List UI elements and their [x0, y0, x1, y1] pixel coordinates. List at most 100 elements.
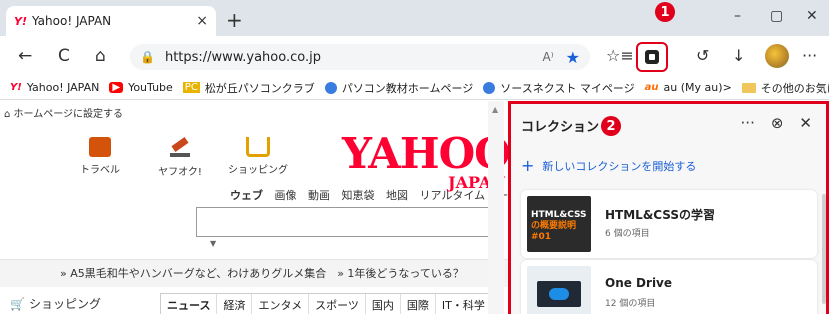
- shopping-label: ショッピング: [28, 297, 101, 311]
- unpin-icon[interactable]: ⊗: [771, 114, 784, 132]
- home-icon[interactable]: ⌂: [95, 46, 106, 66]
- collections-icon: [645, 50, 659, 64]
- read-aloud-icon[interactable]: A⁾: [543, 50, 554, 64]
- search-tab-map[interactable]: 地図: [386, 189, 408, 202]
- new-tab-button[interactable]: +: [226, 8, 243, 32]
- set-homepage-label: ホームページに設定する: [13, 109, 124, 120]
- favorites-icon[interactable]: ☆≡: [606, 46, 634, 65]
- collection-thumbnail: HTML&CSS の概要説明 #01: [527, 196, 591, 252]
- new-collection-label: 新しいコレクションを開始する: [542, 159, 697, 173]
- address-bar[interactable]: 🔒 https://www.yahoo.co.jp A⁾ ★: [130, 44, 590, 70]
- news-tab-sports[interactable]: スポーツ: [309, 294, 366, 314]
- bookmark-label: YouTube: [128, 81, 173, 94]
- notice-bar[interactable]: » A5黒毛和牛やハンバーグなど、わけありグルメ集合 » 1年後どうなっている？: [0, 259, 508, 287]
- bookmark-yahoo-japan[interactable]: Y! Yahoo! JAPAN: [10, 81, 99, 94]
- search-tabs: ウェブ 画像 動画 知恵袋 地図 リアルタイム 一覧: [230, 187, 508, 203]
- thumb-text-line: の概要説明: [531, 221, 577, 231]
- navigation-bar: ← C ⌂ 🔒 https://www.yahoo.co.jp A⁾ ★ ☆≡ …: [0, 36, 829, 76]
- lock-icon[interactable]: 🔒: [140, 50, 155, 64]
- search-dropdown-icon[interactable]: ▼: [210, 239, 216, 248]
- bookmark-label: 松が丘パソコンクラブ: [204, 81, 315, 95]
- plus-icon: +: [521, 156, 535, 175]
- collection-card-html-css[interactable]: HTML&CSS の概要説明 #01 HTML&CSSの学習 6 個の項目: [521, 190, 817, 258]
- category-label: トラベル: [80, 165, 120, 176]
- collection-thumbnail: [527, 266, 591, 314]
- search-tab-images[interactable]: 画像: [275, 189, 297, 202]
- tab-close-icon[interactable]: ×: [196, 13, 208, 29]
- history-icon[interactable]: ↺: [696, 46, 709, 65]
- news-tab-economy[interactable]: 経済: [217, 294, 253, 314]
- tab-title: Yahoo! JAPAN: [32, 14, 112, 28]
- search-tab-video[interactable]: 動画: [308, 189, 330, 202]
- bookmark-label: パソコン教材ホームページ: [341, 81, 474, 95]
- collection-name: HTML&CSSの学習: [605, 208, 716, 222]
- category-shopping[interactable]: ショッピング: [228, 137, 288, 176]
- bookmark-youtube[interactable]: ▶ YouTube: [109, 81, 173, 94]
- news-tab-it-science[interactable]: IT・科学: [436, 294, 492, 314]
- other-favorites-folder[interactable]: その他のお気に入り: [741, 80, 829, 96]
- collection-count: 6 個の項目: [605, 229, 650, 239]
- news-tab-news[interactable]: ニュース: [161, 294, 218, 314]
- folder-icon: [741, 82, 756, 93]
- bookmark-pc-materials[interactable]: パソコン教材ホームページ: [324, 80, 474, 96]
- bookmark-pc-club[interactable]: PC 松が丘パソコンクラブ: [182, 80, 315, 96]
- panel-title: コレクション: [521, 120, 600, 135]
- bookmarks-overflow-chevron-icon[interactable]: >: [723, 81, 732, 94]
- yahoo-logo[interactable]: YAHOO: [342, 129, 508, 178]
- home-small-icon: ⌂: [4, 109, 14, 120]
- search-input[interactable]: [196, 207, 496, 237]
- news-tab-entertainment[interactable]: エンタメ: [252, 294, 310, 314]
- collections-button[interactable]: [636, 42, 668, 72]
- panel-scrollbar[interactable]: [822, 194, 826, 304]
- new-collection-button[interactable]: + 新しいコレクションを開始する: [521, 156, 696, 175]
- panel-more-icon[interactable]: ···: [741, 114, 755, 132]
- more-icon[interactable]: ···: [802, 46, 817, 65]
- panel-close-icon[interactable]: ✕: [799, 114, 812, 132]
- search-tab-realtime[interactable]: リアルタイム: [420, 189, 486, 202]
- download-icon[interactable]: ↓: [732, 46, 745, 65]
- address-url[interactable]: https://www.yahoo.co.jp: [165, 50, 543, 65]
- window-close-button[interactable]: ✕: [806, 8, 818, 24]
- collection-name: One Drive: [605, 276, 673, 290]
- scroll-up-icon[interactable]: ▲: [492, 105, 498, 114]
- bookmark-label: Yahoo! JAPAN: [26, 81, 100, 94]
- collections-panel: コレクション 2 ··· ⊗ ✕ + 新しいコレクションを開始する HTML&C…: [508, 101, 829, 314]
- shopping-link[interactable]: 🛒 ショッピング: [10, 295, 101, 312]
- tab-yahoo-japan[interactable]: Y! Yahoo! JAPAN ×: [6, 6, 216, 36]
- suitcase-icon: [89, 137, 111, 157]
- search-tab-web[interactable]: ウェブ: [230, 189, 263, 202]
- thumb-text-line: #01: [531, 232, 552, 242]
- panel-toolbar: ··· ⊗ ✕: [741, 114, 812, 132]
- category-label: ショッピング: [228, 165, 288, 176]
- au-icon: au: [644, 82, 659, 93]
- bookmark-label: ソースネクスト マイページ: [500, 81, 635, 95]
- favorite-star-icon[interactable]: ★: [566, 48, 580, 67]
- cart-small-icon: 🛒: [10, 297, 25, 311]
- cart-icon: [246, 137, 270, 157]
- bookmark-sourcenext[interactable]: ソースネクスト マイページ: [483, 80, 635, 96]
- yahoo-page: ⌂ ホームページに設定する トラベル ヤフオク! ショッピング YAHOO JA…: [0, 101, 508, 314]
- youtube-icon: ▶: [109, 82, 124, 93]
- collection-card-onedrive[interactable]: One Drive 12 個の項目: [521, 260, 817, 314]
- globe-icon: [324, 81, 337, 94]
- search-tab-chiebukuro[interactable]: 知恵袋: [342, 189, 375, 202]
- back-arrow-icon[interactable]: ←: [18, 46, 32, 66]
- page-scrollbar[interactable]: ▲: [488, 101, 504, 314]
- thumb-text-line: HTML&CSS: [531, 210, 587, 220]
- bookmark-label: au (My au): [663, 81, 723, 94]
- collection-count: 12 個の項目: [605, 299, 656, 309]
- news-tab-international[interactable]: 国際: [401, 294, 436, 314]
- gavel-icon: [168, 137, 192, 159]
- maximize-button[interactable]: ▢: [770, 8, 783, 24]
- bookmarks-bar: Y! Yahoo! JAPAN ▶ YouTube PC 松が丘パソコンクラブ …: [0, 76, 829, 100]
- minimize-button[interactable]: –: [734, 8, 741, 24]
- set-homepage-link[interactable]: ⌂ ホームページに設定する: [4, 105, 123, 120]
- category-travel[interactable]: トラベル: [70, 137, 130, 176]
- pc-club-icon: PC: [182, 82, 200, 93]
- bookmark-au[interactable]: au au (My au): [645, 81, 723, 94]
- category-auction[interactable]: ヤフオク!: [150, 137, 210, 178]
- profile-avatar[interactable]: [765, 44, 789, 68]
- laptop-cloud-icon: [537, 281, 581, 307]
- news-tab-domestic[interactable]: 国内: [366, 294, 401, 314]
- refresh-icon[interactable]: C: [58, 46, 70, 66]
